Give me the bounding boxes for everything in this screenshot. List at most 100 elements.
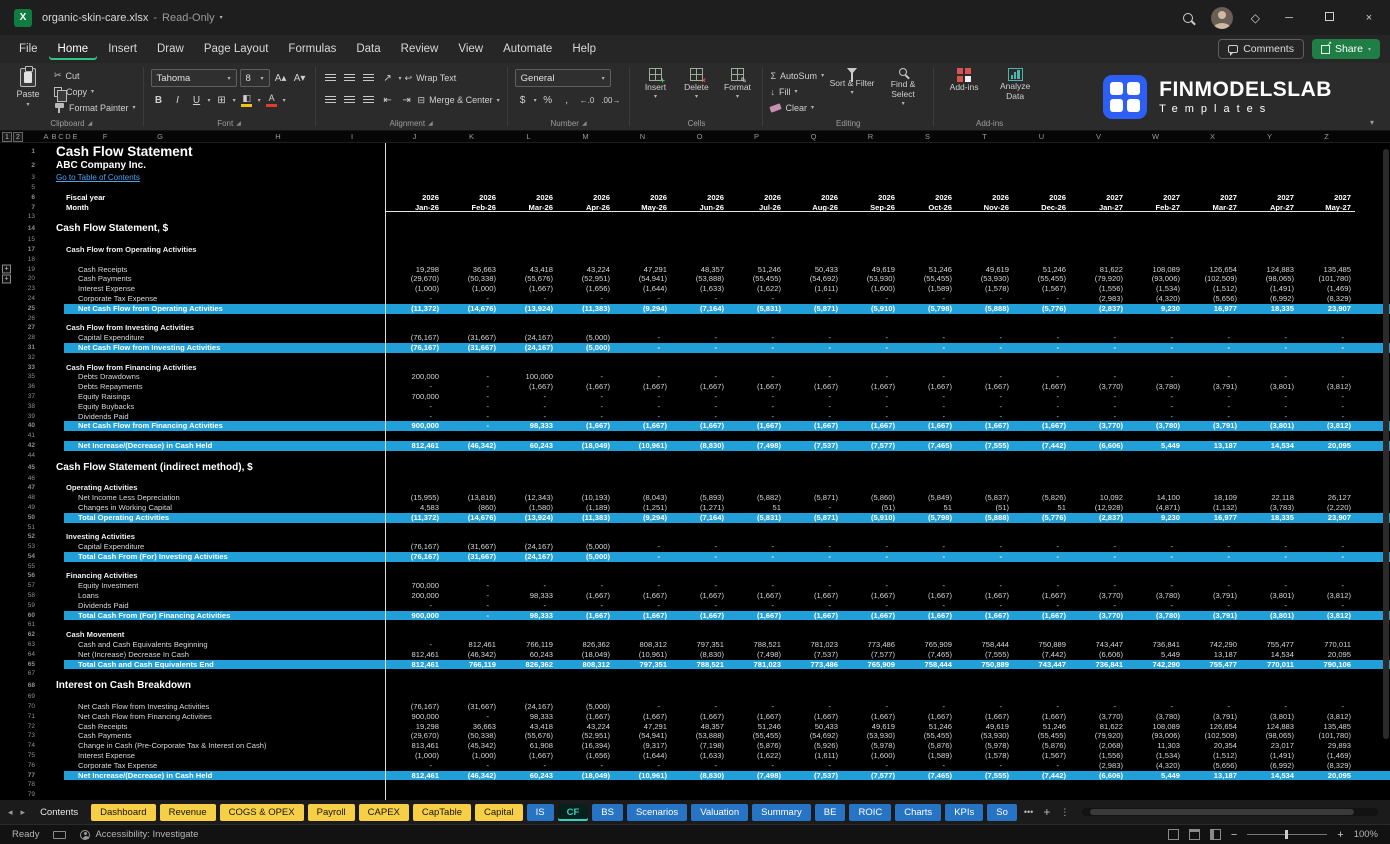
cell-r48-c2[interactable]: (13,816)	[443, 493, 500, 503]
cell-r57-c12[interactable]: -	[1013, 581, 1070, 591]
row-label[interactable]: Net Cash Flow from Financing Activities	[40, 712, 386, 722]
cell-r24-c9[interactable]: -	[842, 294, 899, 304]
cell-r64-c10[interactable]: (7,465)	[899, 650, 956, 660]
sheet-tab-kpis[interactable]: KPIs	[945, 804, 983, 821]
align-center-button[interactable]	[342, 92, 358, 109]
cell-r31-c2[interactable]: (31,667)	[443, 343, 500, 353]
row-label[interactable]: Total Operating Activities	[40, 513, 386, 523]
cell-r35-c4[interactable]: -	[557, 372, 614, 382]
row-number-48[interactable]: 48	[14, 493, 40, 503]
column-header-G[interactable]: G	[157, 132, 163, 141]
cell-r75-c3[interactable]: (1,667)	[500, 751, 557, 761]
cell-r73-c16[interactable]: (98,065)	[1241, 731, 1298, 741]
cell-r57-c17[interactable]: -	[1298, 581, 1355, 591]
row-number-54[interactable]: 54	[14, 552, 40, 562]
cell-r35-c9[interactable]: -	[842, 372, 899, 382]
cell-r39-c11[interactable]: -	[956, 412, 1013, 422]
cell-r49-c6[interactable]: (1,271)	[671, 503, 728, 513]
cell-r57-c11[interactable]: -	[956, 581, 1013, 591]
cell-r63-c13[interactable]: 743,447	[1070, 640, 1127, 650]
cell-r48-c3[interactable]: (12,343)	[500, 493, 557, 503]
cell-r57-c4[interactable]: -	[557, 581, 614, 591]
cell-r60-c13[interactable]: (3,770)	[1070, 611, 1127, 621]
align-right-button[interactable]	[361, 92, 377, 109]
column-header-L[interactable]: L	[526, 132, 530, 141]
cell-r49-c8[interactable]: -	[785, 503, 842, 513]
cell-r59-c10[interactable]: -	[899, 601, 956, 611]
cell-r48-c14[interactable]: 14,100	[1127, 493, 1184, 503]
sheet-tab-bs[interactable]: BS	[592, 804, 623, 821]
column-header-O[interactable]: O	[697, 132, 703, 141]
sheet-tab-cf[interactable]: CF	[558, 804, 589, 821]
cell-r60-c5[interactable]: (1,667)	[614, 611, 671, 621]
cell-r7-c4[interactable]: Apr-26	[557, 203, 614, 213]
cell-r70-c15[interactable]: -	[1184, 702, 1241, 712]
row-number-44[interactable]: 44	[14, 451, 40, 461]
row-number-24[interactable]: 24	[14, 294, 40, 304]
cell-r50-c3[interactable]: (13,924)	[500, 513, 557, 523]
cell-r73-c1[interactable]: (29,670)	[386, 731, 443, 741]
cell-r38-c9[interactable]: -	[842, 402, 899, 412]
cell-r19-c7[interactable]: 51,246	[728, 265, 785, 275]
sheet-tab-capex[interactable]: CAPEX	[359, 804, 409, 821]
cell-r31-c16[interactable]: -	[1241, 343, 1298, 353]
cell-r25-c12[interactable]: (5,776)	[1013, 304, 1070, 314]
row-number-1[interactable]: 1	[14, 143, 40, 160]
row-number-36[interactable]: 36	[14, 382, 40, 392]
cell-r36-c16[interactable]: (3,801)	[1241, 382, 1298, 392]
cell-r53-c16[interactable]: -	[1241, 542, 1298, 552]
cell-r38-c6[interactable]: -	[671, 402, 728, 412]
cell-r72-c13[interactable]: 81,622	[1070, 722, 1127, 732]
cell-r49-c3[interactable]: (1,580)	[500, 503, 557, 513]
orientation-button[interactable]: ↗	[380, 70, 396, 87]
cell-r23-c5[interactable]: (1,644)	[614, 284, 671, 294]
row-label[interactable]: Total Cash From (For) Financing Activiti…	[40, 611, 386, 621]
row-number-53[interactable]: 53	[14, 542, 40, 552]
format-cells-button[interactable]: ✎ Format ▾	[719, 68, 755, 100]
cell-r36-c13[interactable]: (3,770)	[1070, 382, 1127, 392]
cell-r35-c2[interactable]: -	[443, 372, 500, 382]
cell-r77-c2[interactable]: (46,342)	[443, 771, 500, 781]
cell-r65-c15[interactable]: 755,477	[1184, 660, 1241, 670]
cell-r28-c8[interactable]: -	[785, 333, 842, 343]
outline-expand-button[interactable]: +	[2, 275, 11, 284]
cell-r31-c17[interactable]: -	[1298, 343, 1355, 353]
cell-r40-c14[interactable]: (3,780)	[1127, 421, 1184, 431]
cell-r36-c7[interactable]: (1,667)	[728, 382, 785, 392]
column-header-Q[interactable]: Q	[811, 132, 817, 141]
wrap-text-button[interactable]: ↩Wrap Text	[405, 70, 457, 87]
sheet-tab-capital[interactable]: Capital	[475, 804, 523, 821]
row-label[interactable]: Cash Flow Statement, $	[40, 222, 386, 235]
cell-r19-c3[interactable]: 43,418	[500, 265, 557, 275]
column-header-E[interactable]: E	[72, 132, 77, 141]
cell-r36-c12[interactable]: (1,667)	[1013, 382, 1070, 392]
cell-r53-c11[interactable]: -	[956, 542, 1013, 552]
increase-font-size-button[interactable]: A▴	[273, 70, 289, 87]
cell-r23-c10[interactable]: (1,589)	[899, 284, 956, 294]
cell-r20-c10[interactable]: (55,455)	[899, 274, 956, 284]
sheet-tab-dashboard[interactable]: Dashboard	[91, 804, 155, 821]
cell-r36-c8[interactable]: (1,667)	[785, 382, 842, 392]
cell-r38-c13[interactable]: -	[1070, 402, 1127, 412]
cell-r60-c10[interactable]: (1,667)	[899, 611, 956, 621]
zoom-in-button[interactable]: +	[1337, 829, 1343, 841]
bold-button[interactable]: B	[151, 92, 167, 109]
cell-r25-c15[interactable]: 16,977	[1184, 304, 1241, 314]
cell-r20-c15[interactable]: (102,509)	[1184, 274, 1241, 284]
row-number-17[interactable]: 17	[14, 245, 40, 255]
cell-r40-c5[interactable]: (1,667)	[614, 421, 671, 431]
cell-r28-c4[interactable]: (5,000)	[557, 333, 614, 343]
column-header-W[interactable]: W	[1152, 132, 1159, 141]
cell-r71-c7[interactable]: (1,667)	[728, 712, 785, 722]
align-left-button[interactable]	[323, 92, 339, 109]
cell-r70-c2[interactable]: (31,667)	[443, 702, 500, 712]
cell-r42-c9[interactable]: (7,577)	[842, 441, 899, 451]
cell-r77-c1[interactable]: 812,461	[386, 771, 443, 781]
column-header-T[interactable]: T	[982, 132, 987, 141]
decrease-indent-button[interactable]: ⇤	[380, 92, 396, 109]
document-title[interactable]: organic-skin-care.xlsx - Read-Only ▾	[42, 12, 223, 24]
cell-r53-c2[interactable]: (31,667)	[443, 542, 500, 552]
cell-r38-c12[interactable]: -	[1013, 402, 1070, 412]
menu-draw[interactable]: Draw	[148, 38, 193, 60]
cell-r76-c1[interactable]: -	[386, 761, 443, 771]
